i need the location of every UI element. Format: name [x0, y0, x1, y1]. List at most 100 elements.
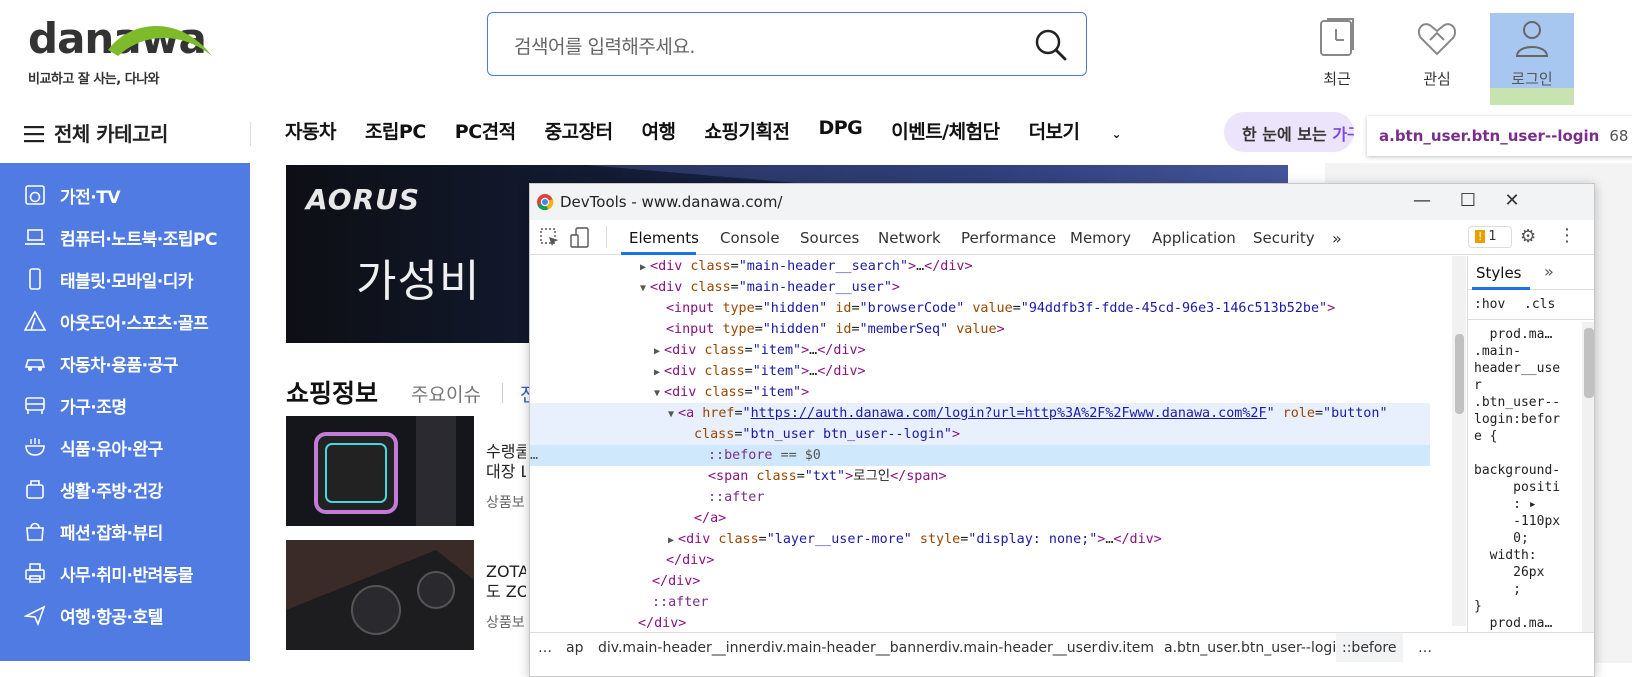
dom-node-user[interactable]: ▼ <div class="main-header__user"> [640, 277, 900, 298]
sidebar-item-living[interactable]: 생활·주방·건강 [24, 472, 163, 506]
recent-button[interactable]: 최근 [1295, 16, 1379, 89]
breadcrumb-ellipsis[interactable]: … [1418, 640, 1432, 656]
collapse-arrow-icon[interactable]: ▼ [654, 388, 660, 399]
product-title[interactable]: 수랭쿨 대장 L [486, 442, 526, 482]
tab-network[interactable]: Network [878, 229, 941, 247]
tab-elements[interactable]: Elements [629, 229, 699, 247]
sidebar-item-furniture[interactable]: 가구·조명 [24, 388, 127, 422]
shopping-tab-issues[interactable]: 주요이슈 [411, 380, 481, 407]
breadcrumb-item[interactable]: div.main-header__banner [762, 640, 939, 656]
search-icon[interactable] [1034, 28, 1068, 62]
expand-arrow-icon[interactable]: ▶ [668, 535, 674, 546]
login-button[interactable]: 로그인 [1490, 16, 1574, 89]
href-link[interactable]: https://auth.danawa.com/login?url=http%3… [751, 406, 1267, 421]
dom-node-layer[interactable]: ▶ <div class="layer__user-more" style="di… [668, 529, 1162, 550]
breadcrumb-item[interactable]: div.main-header__inner [598, 640, 762, 656]
breadcrumb-item[interactable]: div.main-header__user [939, 640, 1097, 656]
elements-scrollbar[interactable] [1452, 256, 1466, 626]
product-thumbnail[interactable] [286, 540, 474, 650]
dom-node-input-browser[interactable]: <input type="hidden" id="browserCode" va… [666, 298, 1335, 319]
sidebar-item-office[interactable]: 사무·취미·반려동물 [24, 556, 194, 590]
dom-node-span[interactable]: <span class="txt">로그인</span> [708, 466, 947, 487]
dom-node-div-close[interactable]: </div> [652, 571, 700, 592]
settings-gear-icon[interactable]: ⚙ [1520, 226, 1536, 247]
dom-node-item[interactable]: ▶ <div class="item">…</div> [654, 340, 866, 361]
tab-styles[interactable]: Styles [1476, 264, 1522, 282]
search-box[interactable]: 검색어를 입력해주세요. [487, 12, 1087, 76]
dom-node-before-selected[interactable]: ::before == $0 [530, 445, 1430, 466]
hov-toggle[interactable]: :hov [1474, 297, 1505, 312]
dom-node-after[interactable]: ::after [708, 487, 764, 508]
breadcrumb-item[interactable]: a.btn_user.btn_user--login [1164, 640, 1345, 656]
dom-node-after[interactable]: ::after [652, 592, 708, 613]
styles-rule[interactable]: prod.ma… .main- header__use r .btn_user-… [1474, 326, 1574, 632]
dom-node-div-close[interactable]: </div> [666, 550, 714, 571]
tab-performance[interactable]: Performance [961, 229, 1056, 247]
expand-arrow-icon[interactable]: ▶ [654, 346, 660, 357]
styles-scrollbar-thumb[interactable] [1584, 328, 1594, 398]
dom-node-a-close[interactable]: </a> [694, 508, 726, 529]
nav-item-event[interactable]: 이벤트/체험단 [891, 117, 1000, 144]
row-ellipsis[interactable]: … [530, 445, 538, 466]
sidebar-item-car[interactable]: 자동차·용품·공구 [24, 346, 178, 380]
devtools-titlebar[interactable]: DevTools - www.danawa.com/ — ☐ ✕ [530, 184, 1594, 220]
dom-node-item-open[interactable]: ▼ <div class="item"> [654, 382, 809, 403]
device-toolbar-icon[interactable] [570, 227, 590, 249]
tab-sources[interactable]: Sources [800, 229, 859, 247]
expand-arrow-icon[interactable]: ▶ [654, 367, 660, 378]
tab-application[interactable]: Application [1152, 229, 1236, 247]
product-title[interactable]: ZOTAC도 ZO [486, 562, 526, 602]
dom-node-login-link-cont[interactable]: class="btn_user btn_user--login"> [530, 424, 1430, 445]
search-input[interactable]: 검색어를 입력해주세요. [514, 32, 695, 59]
nav-item-car[interactable]: 자동차 [285, 117, 336, 144]
sidebar-item-appliance[interactable]: 가전·TV [24, 178, 121, 212]
inspect-element-icon[interactable] [540, 228, 560, 248]
collapse-arrow-icon[interactable]: ▼ [640, 283, 646, 294]
minimize-icon[interactable]: — [1410, 190, 1434, 214]
sidebar-item-mobile[interactable]: 태블릿·모바일·디카 [24, 262, 194, 296]
dom-node-login-link[interactable]: ▼ <a href="https://auth.danawa.com/login?… [530, 403, 1430, 424]
nav-item-assembled-pc[interactable]: 조립PC [365, 117, 426, 144]
elements-tree[interactable]: ▶ <div class="main-header__search">…</div… [530, 256, 1450, 646]
nav-item-exhibition[interactable]: 쇼핑기획전 [705, 117, 790, 144]
dom-node-div-close[interactable]: </div> [638, 613, 686, 634]
maximize-icon[interactable]: ☐ [1456, 190, 1480, 214]
nav-more-button[interactable]: 더보기 ⌄ [1029, 117, 1151, 144]
sidebar-item-computer[interactable]: 컴퓨터·노트북·조립PC [24, 220, 217, 254]
dom-node-input-member[interactable]: <input type="hidden" id="memberSeq" valu… [666, 319, 1005, 340]
close-icon[interactable]: ✕ [1500, 190, 1524, 214]
kebab-menu-icon[interactable]: ⋮ [1558, 225, 1576, 246]
more-tabs-icon[interactable]: » [1332, 229, 1342, 248]
active-tab-underline [621, 252, 696, 255]
breadcrumb-item[interactable]: ap [566, 640, 583, 656]
collapse-arrow-icon[interactable]: ▼ [668, 409, 674, 420]
chevron-down-icon: ⌄ [1111, 127, 1122, 141]
nav-item-travel[interactable]: 여행 [642, 117, 676, 144]
nav-item-used-market[interactable]: 중고장터 [545, 117, 613, 144]
sidebar-item-travel[interactable]: 여행·항공·호텔 [24, 598, 163, 632]
issues-badge[interactable]: ! 1 [1468, 226, 1512, 248]
breadcrumb-ellipsis[interactable]: … [538, 640, 552, 656]
devtools-window[interactable]: DevTools - www.danawa.com/ — ☐ ✕ Element… [529, 183, 1595, 677]
wishlist-button[interactable]: 관심 [1395, 16, 1479, 89]
all-category-button[interactable]: 전체 카테고리 [24, 118, 168, 148]
cls-toggle[interactable]: .cls [1524, 297, 1555, 312]
tab-security[interactable]: Security [1253, 229, 1315, 247]
tab-memory[interactable]: Memory [1070, 229, 1131, 247]
tab-console[interactable]: Console [720, 229, 780, 247]
breadcrumb-item-selected[interactable]: ::before [1336, 633, 1403, 662]
promo-banner[interactable]: 한 눈에 보는 가구 [1224, 112, 1354, 152]
styles-filter-bar: :hov .cls [1468, 290, 1594, 320]
product-thumbnail[interactable] [286, 416, 474, 526]
dom-node-search[interactable]: ▶ <div class="main-header__search">…</div… [640, 256, 973, 277]
nav-item-pc-estimate[interactable]: PC견적 [455, 117, 516, 144]
expand-arrow-icon[interactable]: ▶ [640, 262, 646, 273]
sidebar-item-outdoor[interactable]: 아웃도어·스포츠·골프 [24, 304, 209, 338]
elements-scrollbar-thumb[interactable] [1455, 334, 1464, 414]
sidebar-item-food[interactable]: 식품·유아·완구 [24, 430, 163, 464]
sidebar-item-fashion[interactable]: 패션·잡화·뷰티 [24, 514, 163, 548]
dom-node-item[interactable]: ▶ <div class="item">…</div> [654, 361, 866, 382]
more-tabs-icon[interactable]: » [1544, 262, 1554, 281]
nav-item-dpg[interactable]: DPG [818, 117, 862, 144]
breadcrumb-item[interactable]: div.item [1098, 640, 1154, 656]
